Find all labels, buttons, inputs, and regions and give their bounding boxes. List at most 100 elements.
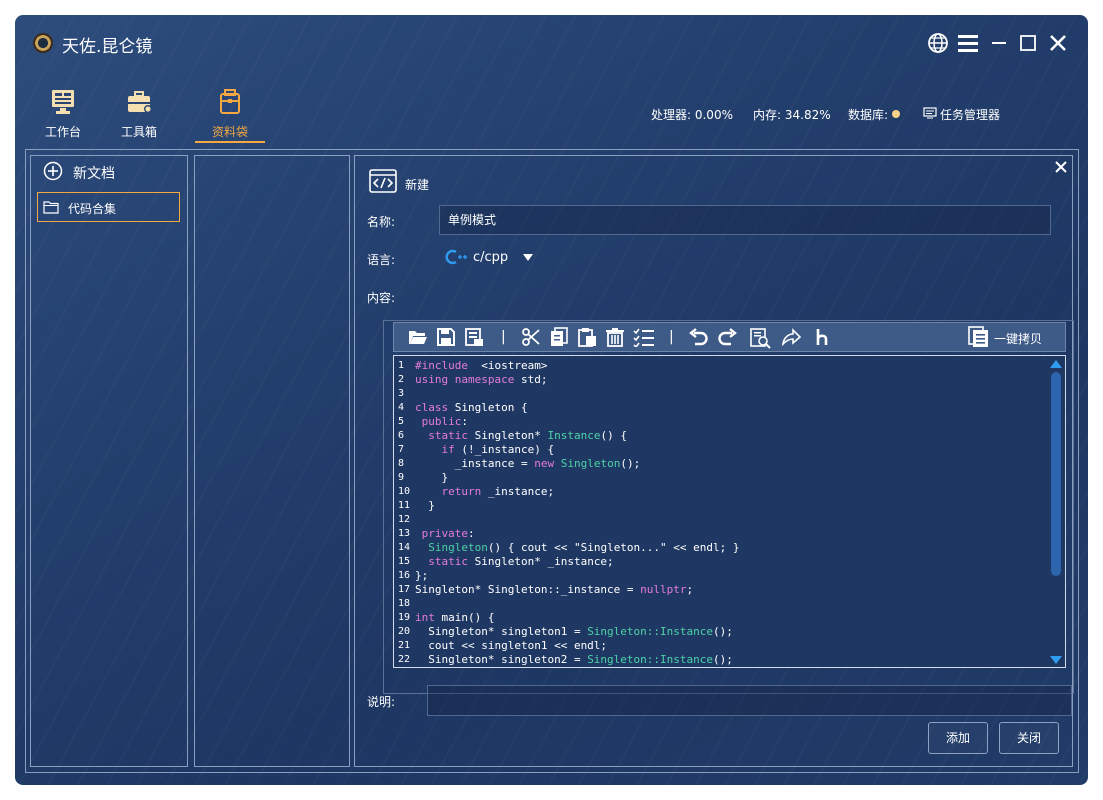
new-doc-button[interactable]: 新文档 — [43, 161, 163, 183]
delete-icon[interactable] — [605, 327, 625, 347]
add-button[interactable]: 添加 — [928, 722, 988, 754]
language-value: c/cpp — [473, 250, 509, 265]
memory-usage: 内存: 34.82% — [753, 108, 831, 122]
line-number: 16 — [398, 570, 411, 581]
find-icon[interactable] — [749, 327, 771, 349]
save-as-icon[interactable] — [464, 327, 484, 347]
code-text: class Singleton { — [415, 401, 528, 414]
menu-icon[interactable] — [957, 32, 979, 56]
code-text: Singleton() { cout << "Singleton..." << … — [415, 541, 740, 554]
toolbar-separator: | — [501, 329, 506, 345]
line-number: 20 — [398, 626, 411, 637]
task-manager-icon — [923, 107, 937, 119]
content-label: 内容: — [367, 291, 396, 305]
maximize-icon[interactable] — [1019, 32, 1037, 56]
open-folder-icon[interactable] — [408, 327, 428, 347]
line-number: 14 — [398, 542, 411, 553]
cpp-icon — [445, 249, 467, 265]
undo-icon[interactable] — [689, 327, 709, 347]
line-number: 3 — [398, 388, 405, 399]
editor-toolbar: | | 一键拷贝 — [393, 322, 1066, 352]
document-list — [194, 155, 350, 767]
toolbox-icon — [128, 91, 152, 113]
copy-all-icon — [968, 326, 988, 347]
database-status-indicator — [892, 110, 900, 118]
code-text: Singleton* singleton2 = Singleton::Insta… — [415, 653, 733, 666]
new-doc-label: 新文档 — [73, 166, 115, 182]
checklist-icon[interactable] — [633, 327, 655, 347]
copy-all-button[interactable]: 一键拷贝 — [968, 326, 1064, 350]
heading-icon[interactable] — [815, 327, 831, 347]
code-text: } — [415, 499, 435, 512]
description-input[interactable] — [427, 685, 1072, 716]
code-text: #include <iostream> — [415, 359, 548, 372]
code-text: return _instance; — [415, 485, 555, 498]
language-select[interactable]: c/cpp — [445, 249, 545, 269]
code-text: if (!_instance) { — [415, 443, 555, 456]
folder-item[interactable]: 代码合集 — [37, 192, 180, 222]
sidebar — [30, 155, 188, 767]
code-text: static Singleton* _instance; — [415, 555, 614, 568]
paste-icon[interactable] — [577, 327, 597, 347]
line-number: 9 — [398, 472, 405, 483]
code-text-area[interactable]: 1 #include <iostream> 2 using namespace std… — [393, 355, 1066, 668]
redo-icon[interactable] — [717, 327, 737, 347]
line-number: 17 — [398, 584, 411, 595]
monitor-icon — [52, 90, 74, 114]
code-text: static Singleton* Instance() { — [415, 429, 627, 442]
copy-icon[interactable] — [549, 327, 569, 347]
close-window-icon[interactable] — [1048, 32, 1068, 56]
toolbar-separator: | — [669, 329, 674, 345]
code-text: private: — [415, 527, 475, 540]
name-input[interactable]: 单例模式 — [439, 205, 1051, 235]
scroll-down-icon[interactable] — [1049, 655, 1063, 665]
title-bar: 天佐.昆仑镜 — [15, 15, 1088, 73]
code-file-icon — [369, 169, 397, 193]
plus-circle-icon — [43, 161, 63, 181]
line-number: 15 — [398, 556, 411, 567]
line-number: 6 — [398, 430, 405, 441]
line-number: 5 — [398, 416, 405, 427]
dropdown-arrow-icon — [523, 254, 533, 261]
form-header: 新建 — [405, 178, 430, 192]
folder-label: 代码合集 — [68, 202, 117, 216]
code-text: public: — [415, 415, 468, 428]
close-editor-icon[interactable] — [1054, 159, 1068, 175]
database-status-label: 数据库: — [848, 108, 889, 122]
line-number: 12 — [398, 514, 411, 525]
line-number: 7 — [398, 444, 405, 455]
line-number: 8 — [398, 458, 405, 469]
share-icon[interactable] — [781, 327, 801, 347]
folder-bag-icon — [220, 89, 240, 114]
code-text: }; — [415, 569, 429, 582]
minimize-icon[interactable] — [991, 32, 1007, 56]
code-text: int main() { — [415, 611, 495, 624]
scroll-up-icon[interactable] — [1049, 359, 1063, 369]
line-number: 1 — [398, 360, 405, 371]
name-label: 名称: — [367, 215, 396, 229]
description-label: 说明: — [367, 695, 396, 709]
code-editor: | | 一键拷贝 1 #include <iostream> 2 using n… — [383, 320, 1074, 694]
line-number: 22 — [398, 654, 411, 665]
save-icon[interactable] — [436, 327, 456, 347]
nav-item-workbench[interactable]: 工作台 — [32, 87, 94, 143]
cpu-usage: 处理器: 0.00% — [651, 108, 733, 122]
app-window: 天佐.昆仑镜 工作台 工具箱 资料袋 处理器: 0.00% 内存: 34.82%… — [15, 15, 1088, 785]
code-text: using namespace std; — [415, 373, 548, 386]
line-number: 2 — [398, 374, 405, 385]
code-scrollbar[interactable] — [1047, 356, 1065, 667]
app-logo-icon — [33, 33, 53, 53]
line-number: 10 — [398, 486, 411, 497]
line-number: 4 — [398, 402, 405, 413]
line-number: 13 — [398, 528, 411, 539]
line-number: 19 — [398, 612, 411, 623]
nav-label: 工作台 — [44, 125, 81, 139]
close-button[interactable]: 关闭 — [999, 722, 1059, 754]
globe-icon[interactable] — [927, 32, 949, 56]
scroll-thumb[interactable] — [1051, 372, 1061, 576]
nav-item-toolbox[interactable]: 工具箱 — [108, 87, 170, 143]
nav-label: 工具箱 — [120, 125, 157, 139]
nav-item-materials[interactable]: 资料袋 — [195, 87, 265, 143]
cut-icon[interactable] — [521, 327, 541, 347]
app-title: 天佐.昆仑镜 — [62, 37, 153, 57]
